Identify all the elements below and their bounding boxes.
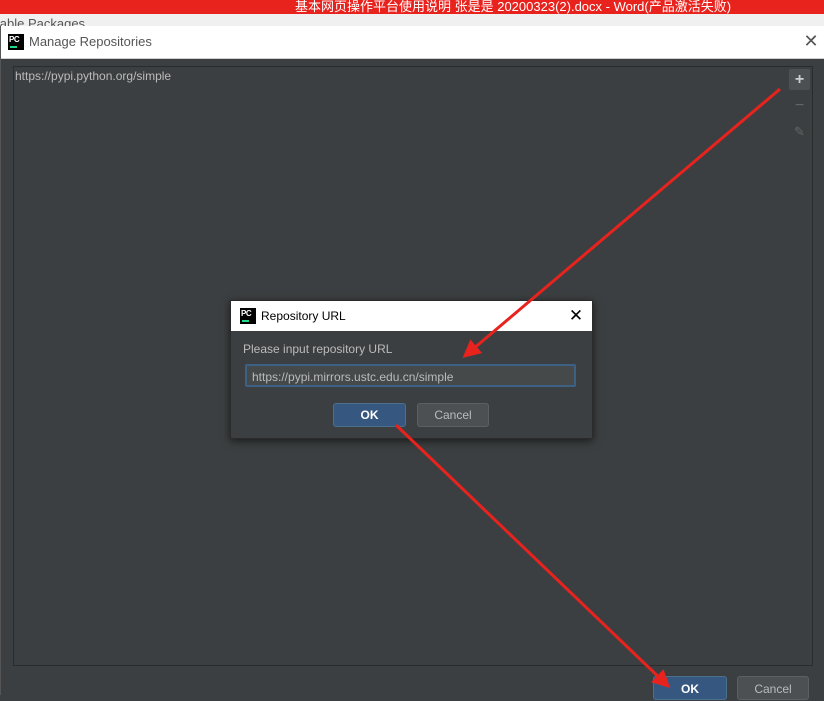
ok-button[interactable]: OK	[653, 676, 727, 700]
pycharm-logo-icon: PC	[240, 308, 256, 324]
pycharm-logo-icon: PC	[8, 34, 24, 50]
edit-icon[interactable]: ✎	[789, 121, 810, 142]
window-title: Manage Repositories	[29, 34, 152, 49]
repository-toolbar: + − ✎	[787, 66, 813, 666]
repository-url-input[interactable]	[245, 364, 576, 387]
repository-url-dialog: PC Repository URL ✕ Please input reposit…	[230, 300, 593, 439]
repository-url-prompt: Please input repository URL	[243, 342, 393, 356]
background-word-titlebar: 基本网页操作平台使用说明 张是是 20200323(2).docx - Word…	[0, 0, 824, 14]
list-item[interactable]: https://pypi.python.org/simple	[15, 69, 171, 83]
dialog-ok-button[interactable]: OK	[333, 403, 406, 427]
cancel-button[interactable]: Cancel	[737, 676, 809, 700]
dialog-title: Repository URL	[261, 309, 346, 323]
remove-icon[interactable]: −	[789, 95, 810, 116]
background-word-title: 基本网页操作平台使用说明 张是是 20200323(2).docx - Word…	[295, 0, 732, 14]
add-icon[interactable]: +	[789, 69, 810, 90]
close-icon[interactable]: ✕	[566, 304, 586, 326]
window-titlebar: PC Manage Repositories ✕	[1, 26, 824, 59]
close-icon[interactable]: ✕	[801, 30, 821, 52]
dialog-cancel-button[interactable]: Cancel	[417, 403, 489, 427]
dialog-titlebar: PC Repository URL ✕	[231, 301, 592, 331]
